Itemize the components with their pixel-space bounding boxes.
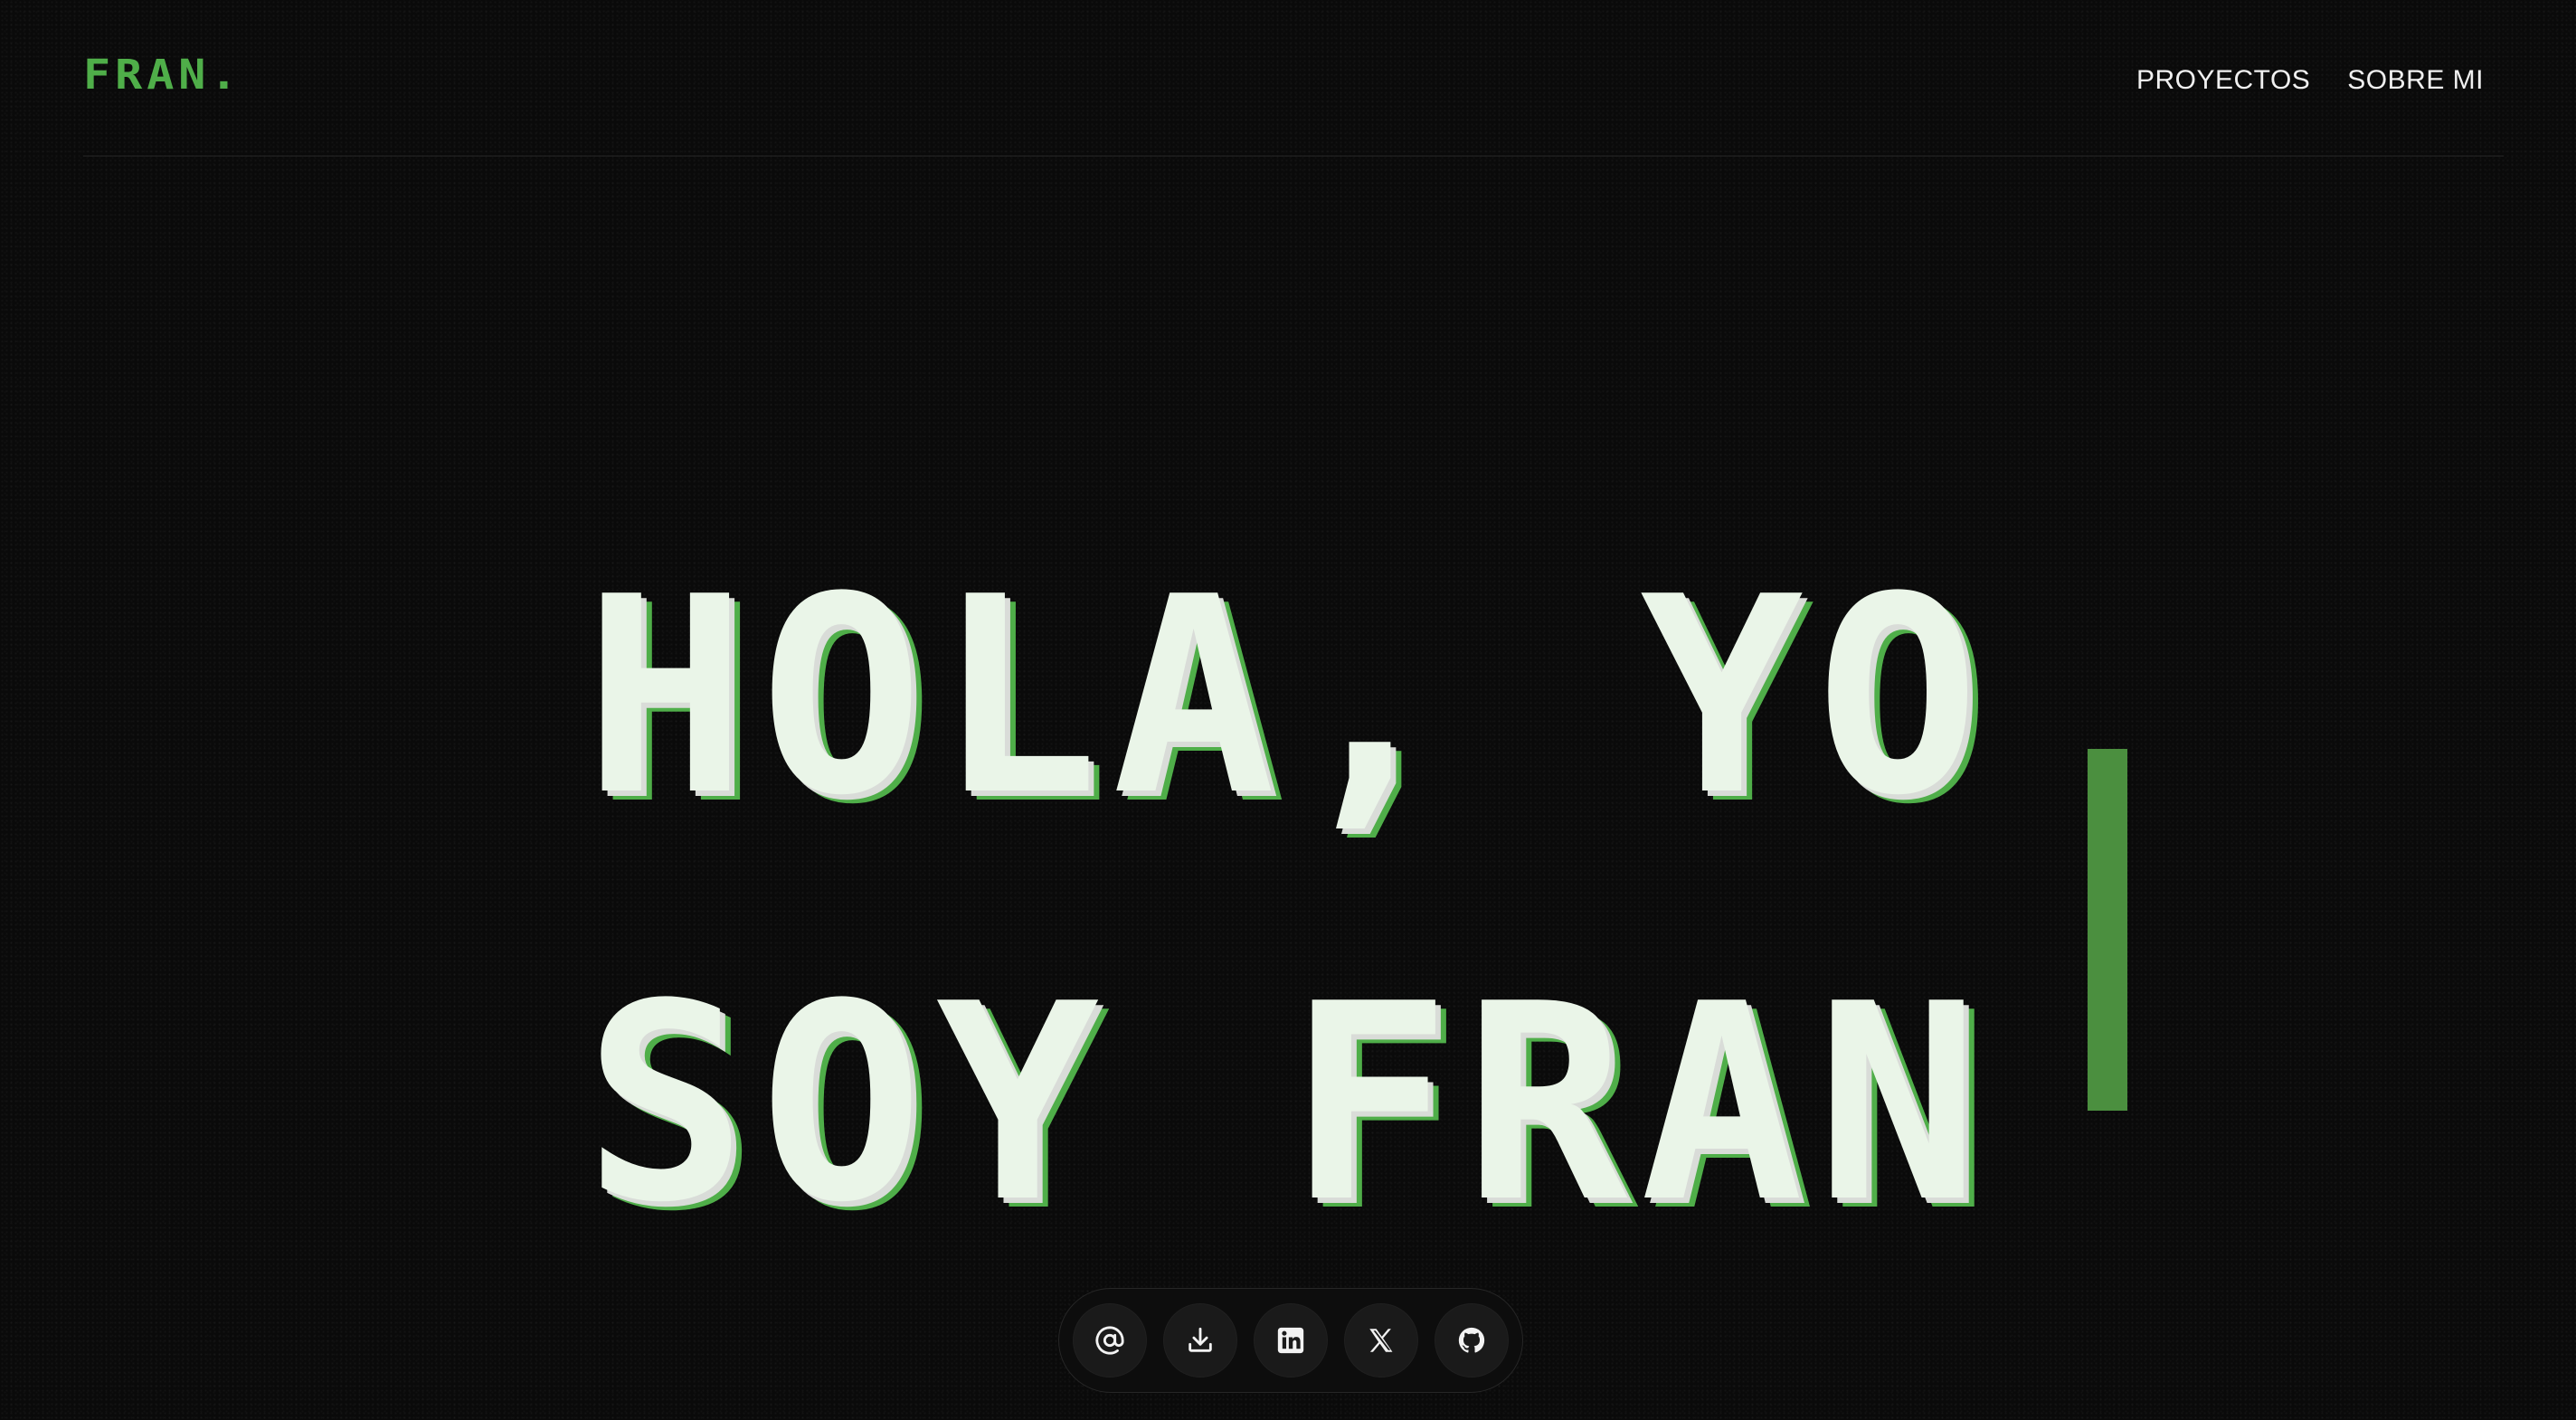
hero-heading-line-2: SOY FRAN: [583, 946, 1993, 1262]
download-icon: [1189, 1327, 1212, 1352]
main-nav: PROYECTOS SOBRE MI: [2136, 67, 2484, 94]
nav-item-sobre-mi[interactable]: SOBRE MI: [2347, 67, 2484, 94]
github-button[interactable]: [1435, 1303, 1509, 1377]
x-icon: [1369, 1329, 1393, 1352]
download-cv-button[interactable]: [1163, 1303, 1237, 1377]
linkedin-icon: [1277, 1327, 1304, 1354]
hero-heading-line-1: HOLA, YO: [583, 539, 1993, 855]
hero-section: HOLA, YO SOY FRAN: [0, 0, 2576, 1420]
email-button[interactable]: [1073, 1303, 1147, 1377]
at-sign-icon: [1095, 1326, 1124, 1355]
x-button[interactable]: [1344, 1303, 1418, 1377]
nav-item-proyectos[interactable]: PROYECTOS: [2136, 67, 2310, 94]
site-logo[interactable]: FRAN.: [83, 54, 242, 95]
github-icon: [1458, 1327, 1485, 1353]
typing-cursor: [2088, 749, 2127, 1111]
site-header: FRAN. PROYECTOS SOBRE MI: [83, 0, 2504, 156]
social-dock: [1058, 1288, 1523, 1393]
linkedin-button[interactable]: [1254, 1303, 1328, 1377]
